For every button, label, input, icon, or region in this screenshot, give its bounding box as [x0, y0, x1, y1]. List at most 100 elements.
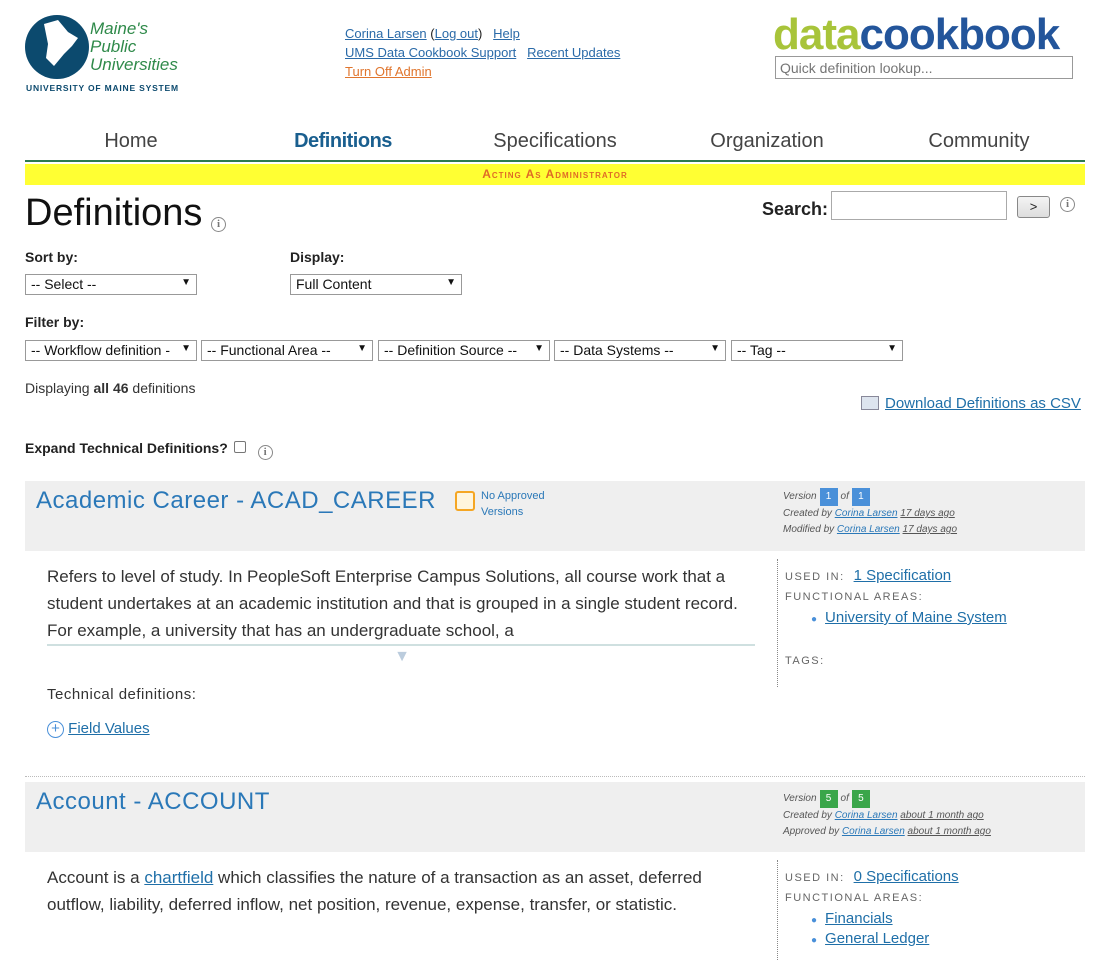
- definition-title[interactable]: Account - ACCOUNT: [36, 788, 270, 816]
- display-value: Full Content: [296, 276, 372, 292]
- definition-sidebar: USED IN: 0 Specifications FUNCTIONAL ARE…: [777, 860, 1077, 960]
- results-prefix: Displaying: [25, 380, 94, 396]
- functional-area-item: ● University of Maine System: [785, 609, 1077, 627]
- chartfield-link[interactable]: chartfield: [144, 868, 213, 887]
- version-label: Version: [783, 793, 817, 804]
- modified-ago: 17 days ago: [902, 524, 958, 535]
- filter-tag-value: -- Tag --: [737, 342, 786, 358]
- plus-circle-icon: +: [47, 721, 64, 738]
- filter-definition-source-select[interactable]: -- Definition Source -- ▼: [378, 340, 550, 361]
- help-link[interactable]: Help: [493, 26, 520, 41]
- logout-link[interactable]: Log out: [435, 26, 478, 41]
- description-prefix: Account is a: [47, 868, 145, 887]
- expand-arrow-icon[interactable]: ▼: [393, 648, 411, 666]
- recent-updates-link[interactable]: Recent Updates: [527, 45, 620, 60]
- expand-technical: Expand Technical Definitions? i: [25, 440, 273, 460]
- results-count-value: all 46: [93, 380, 129, 396]
- functional-area-link[interactable]: Financials: [825, 910, 893, 927]
- data-cookbook-logo[interactable]: datacookbook: [773, 10, 1060, 60]
- definition-title[interactable]: Academic Career - ACAD_CAREER: [36, 487, 436, 515]
- brand-data: data: [773, 10, 860, 59]
- approved-by-link[interactable]: Corina Larsen: [842, 826, 905, 837]
- main-nav: Home Definitions Specifications Organiza…: [25, 126, 1085, 162]
- download-csv-link[interactable]: Download Definitions as CSV: [885, 395, 1081, 412]
- nav-definitions[interactable]: Definitions: [237, 126, 449, 160]
- header-links: Corina Larsen (Log out) Help UMS Data Co…: [345, 26, 621, 79]
- download-csv[interactable]: Download Definitions as CSV: [861, 395, 1081, 412]
- filter-workflow-select[interactable]: -- Workflow definition - ▼: [25, 340, 197, 361]
- filter-data-systems-select[interactable]: -- Data Systems -- ▼: [554, 340, 726, 361]
- created-by-link[interactable]: Corina Larsen: [835, 508, 898, 519]
- version-total-badge[interactable]: 5: [851, 790, 870, 808]
- nav-specifications[interactable]: Specifications: [449, 126, 661, 160]
- version-of: of: [840, 793, 849, 804]
- nav-community[interactable]: Community: [873, 126, 1085, 160]
- created-by-link[interactable]: Corina Larsen: [835, 810, 898, 821]
- definition-sidebar: USED IN: 1 Specification FUNCTIONAL AREA…: [777, 559, 1077, 687]
- expand-info-icon[interactable]: i: [257, 445, 273, 460]
- bullet-icon: ●: [811, 614, 818, 625]
- turn-off-admin-link[interactable]: Turn Off Admin: [345, 64, 432, 79]
- filter-functional-area-select[interactable]: -- Functional Area -- ▼: [201, 340, 373, 361]
- definition-description: Account is a chartfield which classifies…: [47, 864, 757, 918]
- approved-label: Approved by: [783, 826, 840, 837]
- support-link[interactable]: UMS Data Cookbook Support: [345, 45, 516, 60]
- functional-area-item: ● General Ledger: [785, 930, 1077, 948]
- expand-checkbox[interactable]: [233, 441, 246, 453]
- filter-workflow-value: -- Workflow definition -: [31, 342, 171, 358]
- filter-tag-select[interactable]: -- Tag -- ▼: [731, 340, 903, 361]
- modified-by-link[interactable]: Corina Larsen: [837, 524, 900, 535]
- filter-label: Filter by:: [25, 314, 85, 330]
- approved-ago: about 1 month ago: [907, 826, 991, 837]
- card-divider: [25, 776, 1085, 777]
- approval-line2: Versions: [481, 506, 524, 518]
- filter-data-systems-value: -- Data Systems --: [560, 342, 674, 358]
- definition-description: Refers to level of study. In PeopleSoft …: [47, 567, 738, 640]
- version-meta: Version 5 of 5 Created by Corina Larsen abo…: [783, 790, 991, 840]
- used-in-label: USED IN:: [785, 571, 845, 583]
- functional-areas-label: FUNCTIONAL AREAS:: [785, 591, 924, 603]
- used-in-label: USED IN:: [785, 872, 845, 884]
- chevron-down-icon: ▼: [357, 343, 367, 354]
- search-button[interactable]: >: [1017, 196, 1050, 218]
- field-values-link[interactable]: Field Values: [68, 720, 149, 737]
- field-values-toggle[interactable]: + Field Values: [47, 720, 150, 738]
- admin-banner: Acting As Administrator: [25, 164, 1085, 185]
- display-label: Display:: [290, 249, 345, 265]
- logo-line2: Public: [90, 37, 137, 56]
- sort-select[interactable]: -- Select -- ▼: [25, 274, 197, 295]
- version-badge[interactable]: 1: [819, 488, 838, 506]
- sort-value: -- Select --: [31, 276, 97, 292]
- version-badge[interactable]: 5: [819, 790, 838, 808]
- chevron-down-icon: ▼: [181, 277, 191, 288]
- search-input[interactable]: [831, 191, 1007, 220]
- search-info-icon[interactable]: i: [1060, 197, 1075, 212]
- functional-area-link[interactable]: General Ledger: [825, 930, 929, 947]
- version-total-badge[interactable]: 1: [851, 488, 870, 506]
- bullet-icon: ●: [811, 915, 818, 926]
- expand-label: Expand Technical Definitions?: [25, 440, 228, 456]
- functional-areas-label: FUNCTIONAL AREAS:: [785, 892, 924, 904]
- created-label: Created by: [783, 508, 832, 519]
- approval-status: No Approved Versions: [481, 488, 545, 520]
- warning-icon: [455, 491, 475, 511]
- brand-cookbook: cookbook: [859, 10, 1060, 59]
- user-link[interactable]: Corina Larsen: [345, 26, 427, 41]
- chevron-down-icon: ▼: [710, 343, 720, 354]
- spreadsheet-icon: [861, 396, 879, 410]
- used-in-link[interactable]: 1 Specification: [854, 567, 952, 584]
- display-select[interactable]: Full Content ▼: [290, 274, 462, 295]
- logo-subtitle: UNIVERSITY OF MAINE SYSTEM: [26, 83, 179, 93]
- tags-label: TAGS:: [785, 655, 825, 667]
- nav-home[interactable]: Home: [25, 126, 237, 160]
- functional-area-link[interactable]: University of Maine System: [825, 609, 1007, 626]
- quick-lookup-input[interactable]: [775, 56, 1073, 79]
- results-suffix: definitions: [128, 380, 196, 396]
- version-label: Version: [783, 491, 817, 502]
- used-in-link[interactable]: 0 Specifications: [854, 868, 959, 885]
- info-icon[interactable]: i: [211, 217, 226, 232]
- filter-definition-source-value: -- Definition Source --: [384, 342, 518, 358]
- technical-definitions-label: Technical definitions:: [47, 686, 197, 703]
- chevron-down-icon: ▼: [181, 343, 191, 354]
- nav-organization[interactable]: Organization: [661, 126, 873, 160]
